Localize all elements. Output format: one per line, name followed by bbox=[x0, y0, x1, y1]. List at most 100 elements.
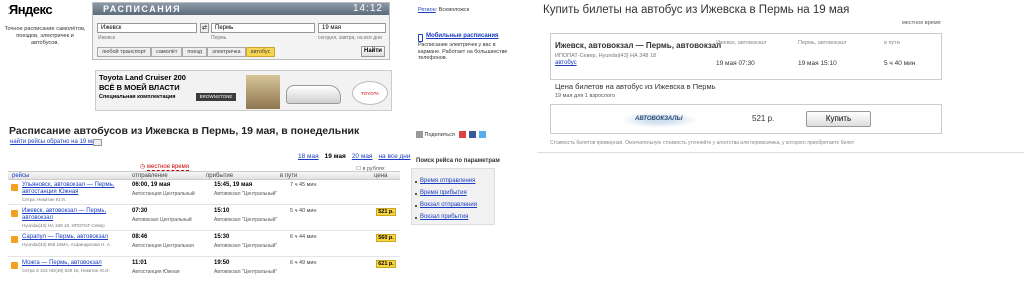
purchase-title: Купить билеты на автобус из Ижевска в Пе… bbox=[543, 4, 850, 16]
filter-dep-time[interactable]: Время отправления bbox=[420, 178, 475, 184]
dep-label: Ижевск, автовокзал bbox=[716, 40, 767, 46]
bullet-icon bbox=[415, 217, 417, 219]
dur-label: в пути bbox=[884, 40, 900, 46]
arr-label: Пермь, автовокзал bbox=[798, 40, 847, 46]
tagline: Точное расписание самолётов, поездов, эл… bbox=[4, 26, 86, 47]
from-hint: Ижевск bbox=[98, 35, 116, 41]
service-bar: РАСПИСАНИЯ 14:12 bbox=[93, 3, 389, 15]
route-link[interactable]: Можга — Пермь, автовокзал bbox=[22, 260, 130, 267]
dep-value: 19 мая 07:30 bbox=[716, 60, 755, 67]
col-dep[interactable]: отправление bbox=[132, 173, 168, 179]
date-hints[interactable]: сегодня, завтра, на все дни bbox=[318, 35, 382, 41]
dep-station: Автовокзал Центральный bbox=[132, 217, 192, 223]
col-dur[interactable]: в пути bbox=[280, 173, 297, 179]
duration: 6 ч 44 мин bbox=[290, 234, 317, 240]
vendor-name: АВТОВОКЗАЛЫ bbox=[635, 116, 683, 122]
table-row: Ульяновск, автовокзал — Пермь, автостанц… bbox=[8, 181, 400, 205]
table-row: Сарапул — Пермь, автовокзал Hyundai(43) … bbox=[8, 233, 400, 257]
duration: 6 ч 49 мин bbox=[290, 260, 317, 266]
find-button[interactable]: Найти bbox=[361, 46, 385, 57]
bus-icon bbox=[11, 236, 18, 243]
buy-button[interactable]: Купить bbox=[806, 111, 871, 127]
filter-arr-time[interactable]: Время прибытия bbox=[420, 190, 467, 196]
bus-icon bbox=[11, 210, 18, 217]
price-button[interactable]: 521 р. bbox=[376, 208, 396, 216]
share-icon bbox=[416, 131, 423, 138]
trip-carrier: ИПОПАТ-Север, Hyundai(43) НА 348 18 bbox=[555, 53, 657, 59]
ad-line2: ВСЁ В МОЕЙ ВЛАСТИ bbox=[99, 83, 180, 92]
vendor-logo[interactable]: АВТОВОКЗАЛЫ bbox=[619, 112, 699, 128]
from-input[interactable]: Ижевск bbox=[97, 23, 197, 33]
filter-panel: Время отправления Время прибытия Вокзал … bbox=[411, 168, 495, 225]
bullet-icon bbox=[415, 205, 417, 207]
offer-price: 521 р. bbox=[752, 114, 775, 123]
tab-suburban[interactable]: электричка bbox=[206, 47, 246, 57]
col-route[interactable]: рейсы bbox=[12, 173, 29, 179]
region-link[interactable]: Регион bbox=[418, 7, 436, 13]
route-link[interactable]: Ижевск, автовокзал — Пермь, автовокзал bbox=[22, 208, 130, 222]
dep-station: Автостанция Южная bbox=[132, 269, 180, 275]
calendar-icon[interactable] bbox=[93, 139, 102, 146]
tab-plane[interactable]: самолёт bbox=[151, 47, 183, 57]
date-next[interactable]: 20 мая bbox=[352, 153, 373, 160]
price-button[interactable]: 621 р. bbox=[376, 260, 396, 268]
tab-train[interactable]: поезд bbox=[182, 47, 207, 57]
tab-bus[interactable]: автобус bbox=[245, 47, 276, 57]
filter-arr-station[interactable]: Вокзал прибытия bbox=[420, 214, 468, 220]
price-count: 19 мая для 1 взрослого bbox=[555, 93, 616, 99]
arr-station: Автовокзал "Центральный" bbox=[214, 191, 278, 197]
dep-time: 08:46 bbox=[132, 234, 148, 240]
trip-bus-link[interactable]: автобус bbox=[555, 60, 577, 66]
filter-title: Поиск рейса по параметрам bbox=[416, 158, 500, 164]
col-price[interactable]: цена bbox=[374, 173, 387, 179]
yandex-logo[interactable]: ЯЯндекс bbox=[8, 2, 53, 17]
share-facebook-icon[interactable] bbox=[468, 131, 476, 138]
date-input[interactable]: 19 мая bbox=[318, 23, 386, 33]
arr-station: Автовокзал "Центральный" bbox=[214, 243, 278, 249]
carrier: Сетра S 315 HD(48) 839 18, Никитин Ю.И. bbox=[22, 268, 110, 273]
to-input[interactable]: Пермь bbox=[211, 23, 315, 33]
share-label[interactable]: Поделиться bbox=[425, 132, 455, 138]
reverse-trip-link[interactable]: найти рейсы обратно на 19 мая bbox=[10, 139, 99, 145]
divider bbox=[537, 152, 1024, 153]
arr-station: Автовокзал "Центральный" bbox=[214, 217, 278, 223]
bus-icon bbox=[11, 184, 18, 191]
dur-value: 5 ч 40 мин bbox=[884, 60, 916, 67]
phone-icon bbox=[418, 34, 423, 42]
date-all[interactable]: на все дни bbox=[378, 153, 410, 160]
trip-card: Ижевск, автовокзал — Пермь, автовокзал И… bbox=[550, 33, 942, 80]
offer-box: АВТОВОКЗАЛЫ 521 р. Купить bbox=[550, 104, 942, 134]
page-title: Расписание автобусов из Ижевска в Пермь,… bbox=[9, 125, 360, 137]
route-link[interactable]: Ульяновск, автовокзал — Пермь, автостанц… bbox=[22, 182, 130, 196]
arr-time: 15:10 bbox=[214, 208, 230, 214]
date-prev[interactable]: 18 мая bbox=[298, 153, 319, 160]
date-nav: 18 мая 19 мая 20 мая на все дни bbox=[298, 153, 411, 160]
dep-time: 11:01 bbox=[132, 260, 148, 266]
col-arr[interactable]: прибытие bbox=[206, 173, 233, 179]
ad-brand-logo: TOYOTA bbox=[352, 81, 388, 105]
share-widget: Поделиться bbox=[415, 131, 486, 138]
share-mail-icon[interactable] bbox=[459, 131, 467, 138]
route-link[interactable]: Сарапул — Пермь, автовокзал bbox=[22, 234, 130, 241]
filter-dep-station[interactable]: Вокзал отправления bbox=[420, 202, 477, 208]
share-twitter-icon[interactable] bbox=[478, 131, 486, 138]
table-header: рейсы отправление прибытие в пути цена bbox=[8, 171, 400, 180]
ad-building-image bbox=[246, 75, 280, 109]
carrier: Hyundai(43) 658 18МА, Асфандилова Н. А. bbox=[22, 242, 112, 247]
logo-text: Яндекс bbox=[8, 2, 53, 17]
mobile-schedule-link[interactable]: Мобильные расписания bbox=[426, 33, 499, 39]
ad-banner[interactable]: Toyota Land Cruiser 200 ВСЁ В МОЕЙ ВЛАСТ… bbox=[95, 70, 392, 111]
ad-line3: Специальная комплектация bbox=[99, 94, 176, 100]
arr-time: 15:45, 19 мая bbox=[214, 182, 253, 188]
swap-button[interactable]: ⇄ bbox=[200, 23, 209, 33]
dep-station: Автостанция Центральный bbox=[132, 191, 195, 197]
table-row: Ижевск, автовокзал — Пермь, автовокзал H… bbox=[8, 207, 400, 231]
to-hint: Пермь bbox=[211, 35, 227, 41]
price-button[interactable]: 560 р. bbox=[376, 234, 396, 242]
bus-icon bbox=[11, 262, 18, 269]
tab-any[interactable]: любой транспорт bbox=[97, 47, 152, 57]
table-row: Можга — Пермь, автовокзал Сетра S 315 HD… bbox=[8, 259, 400, 283]
bullet-icon bbox=[415, 181, 417, 183]
carrier: Hyundai(43) НА 348 18, ИПОПАТ-Север bbox=[22, 223, 105, 228]
duration: 5 ч 40 мин bbox=[290, 208, 317, 214]
